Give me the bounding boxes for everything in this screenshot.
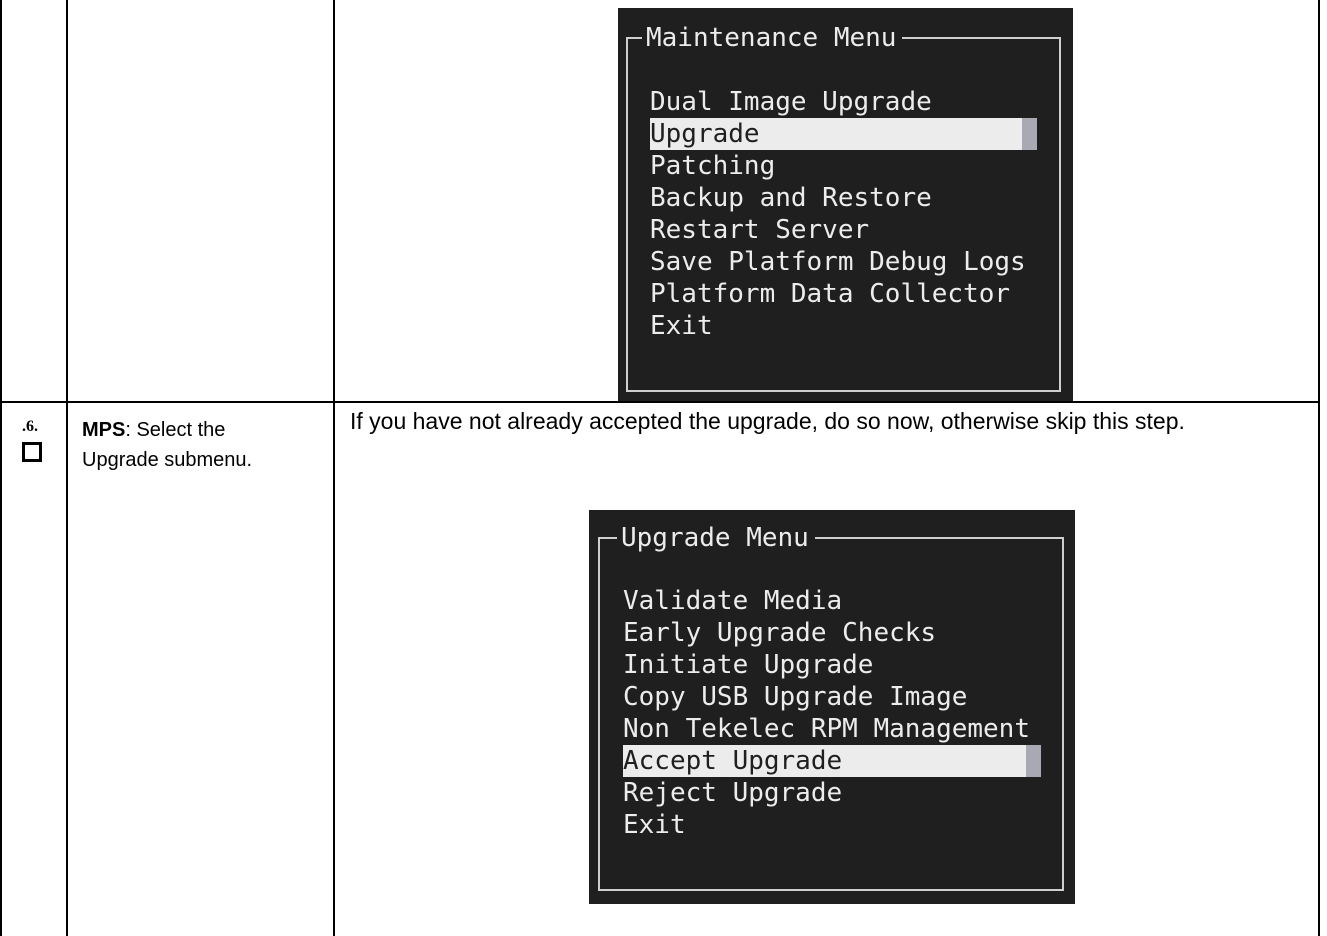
upgrade-menu-item-label: Validate Media xyxy=(623,586,843,616)
step-instruction: If you have not already accepted the upg… xyxy=(350,408,1185,434)
table-row-divider xyxy=(0,401,1320,403)
maintenance-menu-item-label: Save Platform Debug Logs xyxy=(650,247,1026,277)
table-border-col1 xyxy=(66,0,68,936)
table-border-right xyxy=(1318,0,1320,936)
upgrade-menu-item[interactable]: Non Tekelec RPM Management xyxy=(623,713,1041,745)
table-border-left xyxy=(0,0,2,936)
upgrade-menu-item-label: Early Upgrade Checks xyxy=(623,618,937,648)
maintenance-menu-item-label: Restart Server xyxy=(650,215,870,245)
step-description: MPS: Select the Upgrade submenu. xyxy=(82,415,307,475)
maintenance-menu-item[interactable]: Backup and Restore xyxy=(650,182,1037,214)
upgrade-menu-item[interactable]: Initiate Upgrade xyxy=(623,649,1041,681)
upgrade-menu-item[interactable]: Validate Media xyxy=(623,585,1041,617)
maintenance-menu-item[interactable]: Upgrade xyxy=(650,118,1037,150)
upgrade-menu-item-label: Accept Upgrade xyxy=(623,746,843,776)
step-checkbox[interactable] xyxy=(22,442,42,462)
upgrade-menu-item[interactable]: Reject Upgrade xyxy=(623,777,1041,809)
upgrade-menu-item[interactable]: Copy USB Upgrade Image xyxy=(623,681,1041,713)
selection-cursor xyxy=(1026,745,1041,777)
upgrade-menu-item[interactable]: Exit xyxy=(623,809,1041,841)
table-border-col2 xyxy=(333,0,335,936)
upgrade-menu-item-label: Exit xyxy=(623,810,686,840)
maintenance-menu-title: Maintenance Menu xyxy=(642,22,903,54)
upgrade-menu-item-label: Non Tekelec RPM Management xyxy=(623,714,1030,744)
upgrade-menu-item-label: Copy USB Upgrade Image xyxy=(623,682,968,712)
maintenance-menu-item-label: Patching xyxy=(650,151,776,181)
upgrade-menu-item[interactable]: Early Upgrade Checks xyxy=(623,617,1041,649)
step-actor: MPS xyxy=(82,419,126,441)
maintenance-menu-item[interactable]: Exit xyxy=(650,310,1037,342)
maintenance-menu-item[interactable]: Restart Server xyxy=(650,214,1037,246)
upgrade-menu-list: Validate Media Early Upgrade Checks Initia… xyxy=(623,585,1041,841)
maintenance-menu-item-label: Backup and Restore xyxy=(650,183,932,213)
maintenance-menu-item[interactable]: Dual Image Upgrade xyxy=(650,86,1037,118)
step-number: .6. xyxy=(22,418,38,435)
maintenance-menu-item-label: Exit xyxy=(650,311,713,341)
upgrade-menu-screenshot: Upgrade Menu Validate Media Early Upgrade… xyxy=(589,510,1075,904)
maintenance-menu-item[interactable]: Save Platform Debug Logs xyxy=(650,246,1037,278)
maintenance-menu-item-label: Platform Data Collector xyxy=(650,279,1011,309)
maintenance-menu-item-label: Dual Image Upgrade xyxy=(650,87,932,117)
maintenance-menu-item-label: Upgrade xyxy=(650,119,760,149)
maintenance-menu-item[interactable]: Platform Data Collector xyxy=(650,278,1037,310)
upgrade-menu-item-label: Reject Upgrade xyxy=(623,778,843,808)
upgrade-menu-item[interactable]: Accept Upgrade xyxy=(623,745,1041,777)
maintenance-menu-list: Dual Image Upgrade Upgrade Patching Backup … xyxy=(650,86,1037,342)
upgrade-menu-title: Upgrade Menu xyxy=(617,522,815,554)
upgrade-menu-item-label: Initiate Upgrade xyxy=(623,650,874,680)
maintenance-menu-item[interactable]: Patching xyxy=(650,150,1037,182)
selection-cursor xyxy=(1022,118,1037,150)
maintenance-menu-screenshot: Maintenance Menu Dual Image Upgrade Upgra… xyxy=(618,8,1073,401)
